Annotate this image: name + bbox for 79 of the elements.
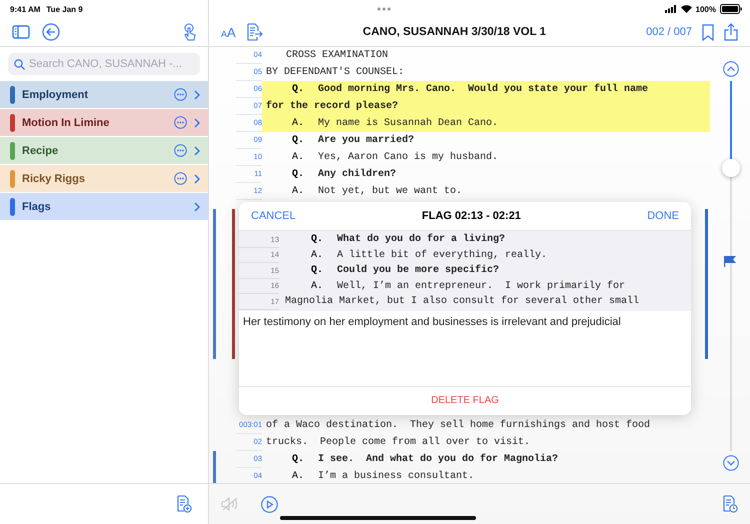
transcript-text: Magnolia Market, but I also consult for several other small bbox=[285, 296, 640, 308]
category-name: Flags bbox=[22, 200, 52, 212]
document-export-icon[interactable] bbox=[246, 23, 263, 41]
scroll-up-icon[interactable] bbox=[723, 61, 739, 77]
speaker-label: A. bbox=[311, 280, 324, 292]
document-add-icon[interactable] bbox=[176, 495, 192, 513]
speaker-label: Q. bbox=[311, 234, 324, 246]
speaker-label: A. bbox=[292, 152, 306, 163]
speaker-label: A. bbox=[311, 250, 324, 261]
more-icon[interactable] bbox=[174, 116, 187, 129]
transcript-text: for the record please? bbox=[266, 101, 398, 112]
status-date: Tue Jan 9 bbox=[46, 4, 83, 14]
speaker-label: Q. bbox=[292, 84, 306, 95]
back-icon[interactable] bbox=[42, 23, 60, 41]
share-icon[interactable] bbox=[724, 23, 738, 41]
more-icon[interactable] bbox=[174, 88, 187, 101]
transcript-text: Good morning Mrs. Cano. Would you state your full name bbox=[318, 84, 648, 95]
scroll-down-icon[interactable] bbox=[723, 455, 739, 471]
transcript-text: I’m a business consultant. bbox=[318, 470, 474, 482]
bookmark-icon[interactable] bbox=[702, 24, 714, 40]
transcript-text: Are you married? bbox=[318, 135, 414, 146]
transcript-text: CROSS EXAMINATION bbox=[286, 50, 388, 61]
transcript-text: Well, I’m an entrepreneur. I work primarily for bbox=[337, 280, 626, 292]
category-item[interactable]: Ricky Riggs bbox=[0, 165, 208, 193]
transcript-text: of a Waco destination. They sell home furnishings and host food bbox=[266, 420, 650, 430]
category-name: Recipe bbox=[22, 144, 60, 156]
category-item[interactable]: Motion In Limine bbox=[0, 109, 208, 137]
note-field[interactable]: Her testimony on her employment and businesses is irrelevant and prejudicial bbox=[239, 310, 691, 386]
popover-title: FLAG 02:13 - 02:21 bbox=[420, 210, 522, 222]
chevron-right-icon bbox=[194, 118, 200, 128]
done-button[interactable]: DONE bbox=[647, 210, 679, 222]
wifi-icon bbox=[680, 5, 692, 13]
delete-flag-button[interactable]: DELETE FLAG bbox=[239, 386, 691, 414]
chevron-right-icon bbox=[194, 174, 200, 184]
signal-icon bbox=[664, 5, 677, 13]
transcript-text: trucks. People come from all over to visit. bbox=[266, 436, 530, 448]
chevron-right-icon bbox=[194, 90, 200, 100]
speaker-label: A. bbox=[292, 470, 306, 482]
category-name: Ricky Riggs bbox=[22, 172, 86, 184]
transcript-text: Could you be more specific? bbox=[337, 265, 500, 276]
multitask-dots-icon[interactable] bbox=[377, 7, 391, 11]
category-item[interactable]: Recipe bbox=[0, 137, 208, 165]
sidebar-toggle-icon[interactable] bbox=[12, 25, 30, 39]
transcript-text: Any children? bbox=[318, 169, 396, 180]
battery-icon bbox=[720, 4, 742, 14]
scrubber-handle[interactable] bbox=[722, 158, 740, 177]
text-size-button[interactable]: AA bbox=[221, 24, 236, 40]
chevron-right-icon bbox=[194, 146, 200, 156]
hand-tap-icon[interactable] bbox=[182, 23, 196, 41]
category-name: Employment bbox=[22, 88, 90, 100]
transcript-text: BY DEFENDANT'S COUNSEL: bbox=[266, 67, 404, 78]
document-title: CANO, SUSANNAH 3/30/18 VOL 1 bbox=[362, 26, 547, 38]
speaker-label: A. bbox=[292, 186, 306, 197]
cancel-button[interactable]: CANCEL bbox=[251, 210, 296, 222]
play-icon[interactable] bbox=[261, 496, 278, 512]
category-item[interactable]: Flags bbox=[0, 193, 208, 221]
more-icon[interactable] bbox=[174, 172, 187, 185]
speaker-label: Q. bbox=[292, 135, 306, 146]
more-icon[interactable] bbox=[174, 144, 187, 157]
category-name: Motion In Limine bbox=[22, 116, 110, 128]
speaker-label: A. bbox=[292, 118, 306, 129]
transcript-text: My name is Susannah Dean Cano. bbox=[318, 118, 498, 129]
transcript-text: Yes, Aaron Cano is my husband. bbox=[318, 152, 498, 163]
transcript-text: I see. And what do you do for Magnolia? bbox=[318, 454, 558, 464]
speaker-label: Q. bbox=[292, 169, 306, 180]
battery-percentage: 100% bbox=[696, 4, 716, 14]
page-counter[interactable]: 002 / 007 bbox=[646, 26, 692, 38]
transcript-text: Not yet, but we want to. bbox=[318, 186, 462, 197]
status-time: 9:41 AM bbox=[10, 4, 40, 14]
speaker-label: Q. bbox=[292, 454, 306, 464]
category-item[interactable]: Employment bbox=[0, 81, 208, 109]
flag-icon bbox=[723, 254, 737, 267]
transcript-text: A little bit of everything, really. bbox=[337, 250, 548, 261]
document-clock-icon[interactable] bbox=[722, 495, 738, 513]
transcript-text: What do you do for a living? bbox=[337, 234, 506, 246]
speaker-label: Q. bbox=[311, 265, 324, 276]
search-field[interactable]: Search CANO, SUSANNAH -... bbox=[8, 53, 200, 75]
chevron-right-icon bbox=[194, 202, 200, 212]
search-icon bbox=[14, 58, 25, 70]
